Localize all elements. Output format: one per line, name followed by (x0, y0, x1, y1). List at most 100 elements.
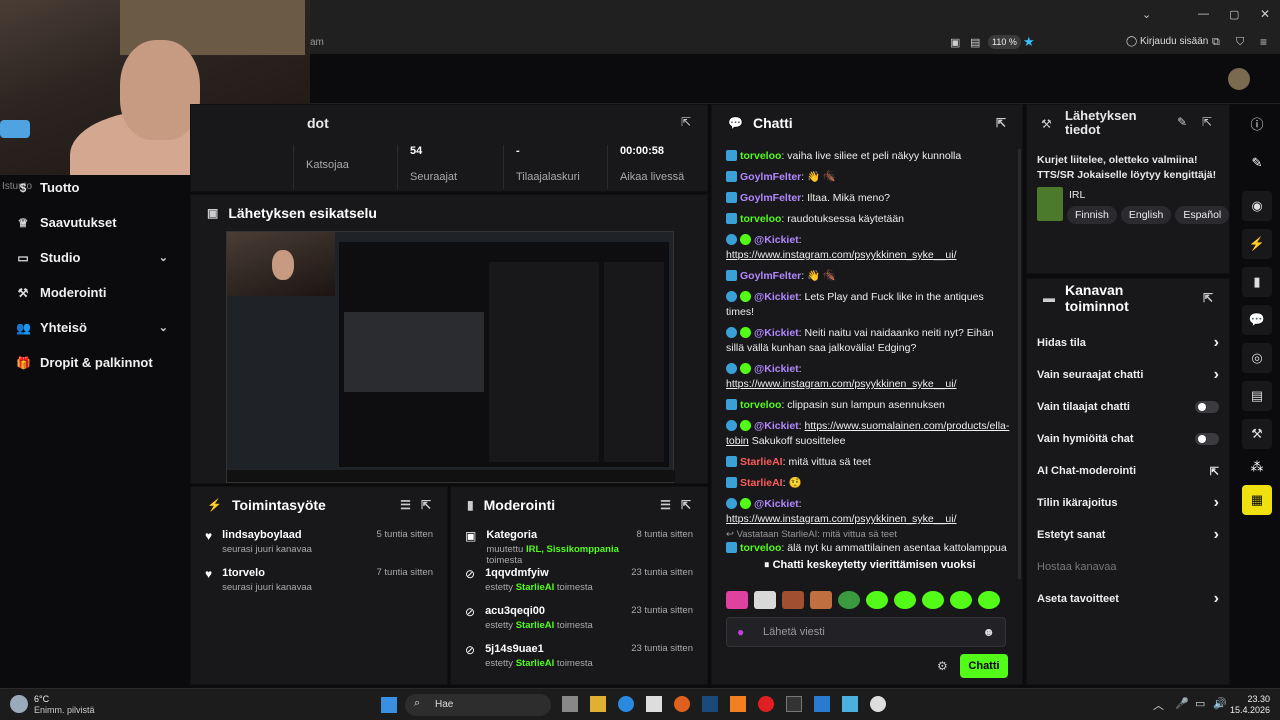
folder-icon[interactable] (590, 696, 606, 712)
layout-icon[interactable]: ▤ (1242, 381, 1272, 411)
steam-icon[interactable] (702, 696, 718, 712)
chat-username[interactable]: torveloo (740, 213, 781, 225)
emote-icon[interactable] (978, 591, 1000, 609)
login-button[interactable]: ◯ Kirjaudu sisään (1126, 36, 1208, 47)
emote-icon[interactable] (726, 591, 748, 609)
sidebar-item-tuotto[interactable]: $ Tuotto (0, 170, 188, 205)
popout-icon[interactable]: ⇱ (996, 116, 1006, 130)
gear-icon[interactable]: ⚙ (937, 659, 948, 673)
info-icon[interactable]: ⓘ (1234, 114, 1280, 133)
broadcast-icon[interactable]: ◎ (1242, 343, 1272, 373)
firefox-icon[interactable] (674, 696, 690, 712)
popout-icon[interactable]: ⇱ (681, 115, 691, 129)
chat-username[interactable]: StarlieAI (740, 477, 783, 489)
chat-username[interactable]: @Kickiet (754, 420, 799, 432)
chat-username[interactable]: torveloo (740, 399, 781, 411)
emote-icon[interactable] (922, 591, 944, 609)
minimize-icon[interactable]: — (1198, 8, 1209, 20)
clapper-icon[interactable]: ▦ (1242, 485, 1272, 515)
moderation-target[interactable]: Kategoria (486, 529, 626, 541)
tray-chevron-icon[interactable]: ︿ (1153, 697, 1164, 713)
action-row[interactable]: Aseta tavoitteet › (1027, 583, 1229, 615)
maximize-icon[interactable]: ▢ (1229, 8, 1239, 21)
camera-icon[interactable]: ◉ (1242, 191, 1272, 221)
vlc-icon[interactable] (730, 696, 746, 712)
send-button[interactable]: Chatti (960, 654, 1008, 678)
microphone-icon[interactable]: ● (737, 625, 744, 639)
clock-time[interactable]: 23.30 (1238, 694, 1270, 704)
action-row[interactable]: Estetyt sanat › (1027, 519, 1229, 551)
chat-link[interactable]: https://www.instagram.com/psyykkinen_syk… (726, 378, 957, 390)
chevron-down-icon[interactable]: ⌄ (1142, 8, 1151, 21)
action-row[interactable]: AI Chat-moderointi ⇱ (1027, 455, 1229, 487)
filter-icon[interactable]: ☰ (660, 498, 671, 512)
toggle-switch[interactable] (1195, 433, 1219, 445)
microphone-icon[interactable]: 🎤 (1175, 697, 1189, 710)
sidebar-item-dropit[interactable]: 🎁 Dropit & palkinnot (0, 345, 188, 380)
emote-icon[interactable] (782, 591, 804, 609)
opera-icon[interactable] (758, 696, 774, 712)
popout-icon[interactable]: ⇱ (421, 498, 431, 512)
chat-link[interactable]: https://www.instagram.com/psyykkinen_syk… (726, 513, 957, 525)
action-row[interactable]: Vain hymiöitä chat (1027, 423, 1229, 455)
chat-scrollbar[interactable] (1018, 149, 1021, 579)
chat-username[interactable]: GoylmFelter (740, 192, 801, 204)
chat-username[interactable]: torveloo (740, 542, 781, 554)
windows-start-icon[interactable] (381, 697, 397, 713)
edit-icon[interactable]: ✎ (1177, 115, 1187, 129)
pencil-icon[interactable]: ✎ (1234, 155, 1280, 171)
store-icon[interactable] (646, 696, 662, 712)
sidebar-item-studio[interactable]: ▭ Studio ⌄ (0, 240, 188, 275)
extensions-icon[interactable]: ⧉ (1212, 36, 1220, 49)
star-icon[interactable]: ★ (1023, 34, 1035, 50)
moderation-target[interactable]: 5j14s9uae1 (485, 643, 621, 655)
emoji-icon[interactable]: ☻ (982, 625, 995, 639)
close-icon[interactable]: ✕ (1260, 7, 1270, 21)
weather-temp[interactable]: 6°C (34, 694, 49, 704)
screenshot-icon[interactable]: ▣ (950, 36, 960, 49)
zoom-level[interactable]: 110 % (988, 35, 1021, 49)
wrench-icon[interactable]: ⚒ (1242, 419, 1272, 449)
share-icon[interactable]: ⁂ (1234, 459, 1280, 475)
taskview-icon[interactable] (562, 696, 578, 712)
chat-input[interactable]: ● Lähetä viesti ☻ (726, 617, 1006, 647)
chat-username[interactable]: @Kickiet (754, 498, 799, 510)
display-icon[interactable]: ▭ (1195, 697, 1205, 710)
category-name[interactable]: IRL (1069, 189, 1085, 201)
obs-icon[interactable] (870, 696, 886, 712)
popout-icon[interactable]: ⇱ (1203, 291, 1213, 305)
chat-link[interactable]: https://www.instagram.com/psyykkinen_syk… (726, 249, 957, 261)
emote-icon[interactable] (810, 591, 832, 609)
chat-bubble-icon[interactable]: 💬 (1242, 305, 1272, 335)
popout-icon[interactable]: ⇱ (681, 498, 691, 512)
emote-icon[interactable] (838, 591, 860, 609)
filter-icon[interactable]: ☰ (400, 498, 411, 512)
popout-icon[interactable]: ⇱ (1202, 115, 1212, 129)
moderation-actor[interactable]: StarlieAI (516, 658, 555, 669)
chat-username[interactable]: StarlieAI (740, 456, 783, 468)
remote-icon[interactable] (842, 696, 858, 712)
chat-paused-banner[interactable]: ⏸ Chatti keskeytetty vierittämisen vuoks… (756, 559, 984, 572)
volume-icon[interactable]: 🔊 (1213, 697, 1227, 710)
moderation-actor[interactable]: StarlieAI (516, 620, 555, 631)
chat-username[interactable]: @Kickiet (754, 234, 799, 246)
action-row[interactable]: Vain seuraajat chatti › (1027, 359, 1229, 391)
action-row[interactable]: Tilin ikärajoitus › (1027, 487, 1229, 519)
emote-icon[interactable] (866, 591, 888, 609)
menu-icon[interactable]: ≡ (1260, 35, 1267, 49)
clipboard-icon[interactable]: ▮ (1242, 267, 1272, 297)
chat-username[interactable]: @Kickiet (754, 327, 799, 339)
sidebar-item-moderointi[interactable]: ⚒ Moderointi (0, 275, 188, 310)
emote-icon[interactable] (754, 591, 776, 609)
sidebar-item-yhteiso[interactable]: 👥 Yhteisö ⌄ (0, 310, 188, 345)
sidebar-item-saavutukset[interactable]: ♕ Saavutukset (0, 205, 188, 240)
taskbar-search[interactable]: Hae (405, 694, 551, 716)
action-row[interactable]: Hidas tila › (1027, 327, 1229, 359)
paint-icon[interactable] (814, 696, 830, 712)
toggle-switch[interactable] (1195, 401, 1219, 413)
edge-icon[interactable] (618, 696, 634, 712)
moderation-actor[interactable]: IRL, Sissikomppania (526, 544, 619, 555)
terminal-icon[interactable] (786, 696, 802, 712)
reader-icon[interactable]: ▤ (970, 36, 980, 49)
moderation-actor[interactable]: StarlieAI (516, 582, 555, 593)
